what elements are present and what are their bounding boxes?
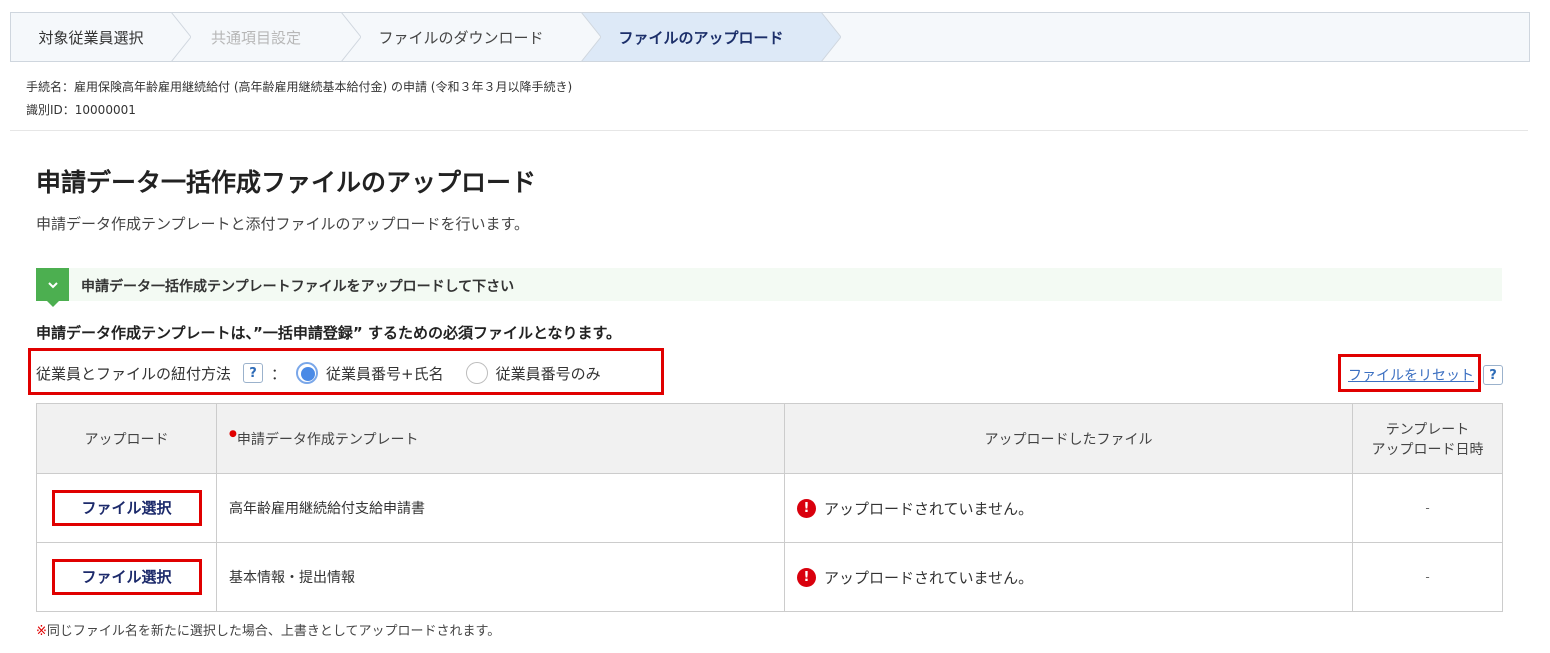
template-name: 高年齢雇用継続給付支給申請書 <box>216 473 785 543</box>
procedure-name: 手続名：雇用保険高年齢雇用継続給付 (高年齢雇用継続基本給付金) の申請 (令和… <box>26 80 573 94</box>
template-name: 基本情報・提出情報 <box>216 542 785 612</box>
reset-files-link[interactable]: ファイルをリセット <box>1348 365 1474 385</box>
help-icon[interactable]: ? <box>1483 365 1503 385</box>
required-mark: ● <box>229 428 237 439</box>
upload-date-cell: - <box>1352 542 1503 612</box>
upload-date: - <box>1425 501 1430 515</box>
banner-tail <box>47 301 59 307</box>
upload-date: - <box>1425 570 1430 584</box>
step-label: ファイルのダウンロード <box>378 28 544 47</box>
banner-text: 申請データ一括作成テンプレートファイルをアップロードして下さい <box>81 279 515 295</box>
chevron-down-icon[interactable] <box>36 268 69 301</box>
radio-label: 従業員番号のみ <box>495 364 601 383</box>
upload-cell: ファイル選択 <box>36 542 217 612</box>
step-file-upload: ファイルのアップロード <box>581 13 821 61</box>
footnote-text: 同じファイル名を新たに選択した場合、上書きとしてアップロードされます。 <box>46 624 501 639</box>
radio-label: 従業員番号+氏名 <box>326 364 444 383</box>
step-separator-icon <box>581 12 601 62</box>
upload-status-cell: ! アップロードされていません。 <box>784 473 1353 543</box>
select-file-button[interactable]: ファイル選択 <box>51 559 202 595</box>
instruction-banner: 申請データ一括作成テンプレートファイルをアップロードして下さい <box>36 268 1502 307</box>
help-icon[interactable]: ? <box>243 363 264 383</box>
radio-number-only[interactable] <box>465 362 488 384</box>
upload-status: アップロードされていません。 <box>824 499 1034 518</box>
step-label: 対象従業員選択 <box>38 28 144 47</box>
link-method-row: 従業員とファイルの紐付方法 ? ： 従業員番号+氏名 従業員番号のみ <box>36 362 601 384</box>
table-header-row: アップロード ●申請データ作成テンプレート アップロードしたファイル テンプレー… <box>36 403 1503 474</box>
upload-cell: ファイル選択 <box>36 473 217 543</box>
upload-table: アップロード ●申請データ作成テンプレート アップロードしたファイル テンプレー… <box>36 403 1503 612</box>
link-method-label: 従業員とファイルの紐付方法 <box>36 364 232 383</box>
step-label: 共通項目設定 <box>210 28 301 47</box>
page-description: 申請データ作成テンプレートと添付ファイルのアップロードを行います。 <box>36 215 530 233</box>
step-select-employees[interactable]: 対象従業員選択 <box>11 13 171 61</box>
header-date-line2: アップロード日時 <box>1371 441 1484 458</box>
header-template: ●申請データ作成テンプレート <box>216 403 785 474</box>
header-template-label: 申請データ作成テンプレート <box>236 431 419 448</box>
step-label: ファイルのアップロード <box>618 28 784 47</box>
table-row: ファイル選択 高年齢雇用継続給付支給申請書 ! アップロードされていません。 - <box>36 473 1503 543</box>
step-separator-icon <box>821 12 841 62</box>
step-separator-icon <box>341 12 361 62</box>
note-mark: ※ <box>36 624 47 639</box>
radio-number-and-name[interactable] <box>296 362 319 384</box>
upload-status: アップロードされていません。 <box>824 568 1034 587</box>
upload-status-cell: ! アップロードされていません。 <box>784 542 1353 612</box>
colon: ： <box>271 364 287 383</box>
page-title: 申請データ一括作成ファイルのアップロード <box>36 168 537 197</box>
error-icon: ! <box>797 498 816 518</box>
identifier-id: 識別ID：10000001 <box>26 103 136 117</box>
divider <box>10 130 1528 131</box>
upload-date-cell: - <box>1352 473 1503 543</box>
select-file-button[interactable]: ファイル選択 <box>51 490 202 526</box>
step-common-settings: 共通項目設定 <box>171 13 341 61</box>
required-file-note: 申請データ作成テンプレートは、”一括申請登録” するための必須ファイルとなります… <box>36 324 622 342</box>
step-file-download[interactable]: ファイルのダウンロード <box>341 13 581 61</box>
header-uploaded-file: アップロードしたファイル <box>784 403 1353 474</box>
progress-stepper: 対象従業員選択 共通項目設定 ファイルのダウンロード ファイルのアップロード <box>10 12 1530 62</box>
overwrite-footnote: ※同じファイル名を新たに選択した場合、上書きとしてアップロードされます。 <box>36 620 500 639</box>
error-icon: ! <box>797 567 816 587</box>
step-separator-icon <box>171 12 191 62</box>
table-row: ファイル選択 基本情報・提出情報 ! アップロードされていません。 - <box>36 542 1503 612</box>
header-date-line1: テンプレート <box>1385 421 1470 438</box>
header-upload-date: テンプレート アップロード日時 <box>1352 403 1503 474</box>
header-upload: アップロード <box>36 403 217 474</box>
